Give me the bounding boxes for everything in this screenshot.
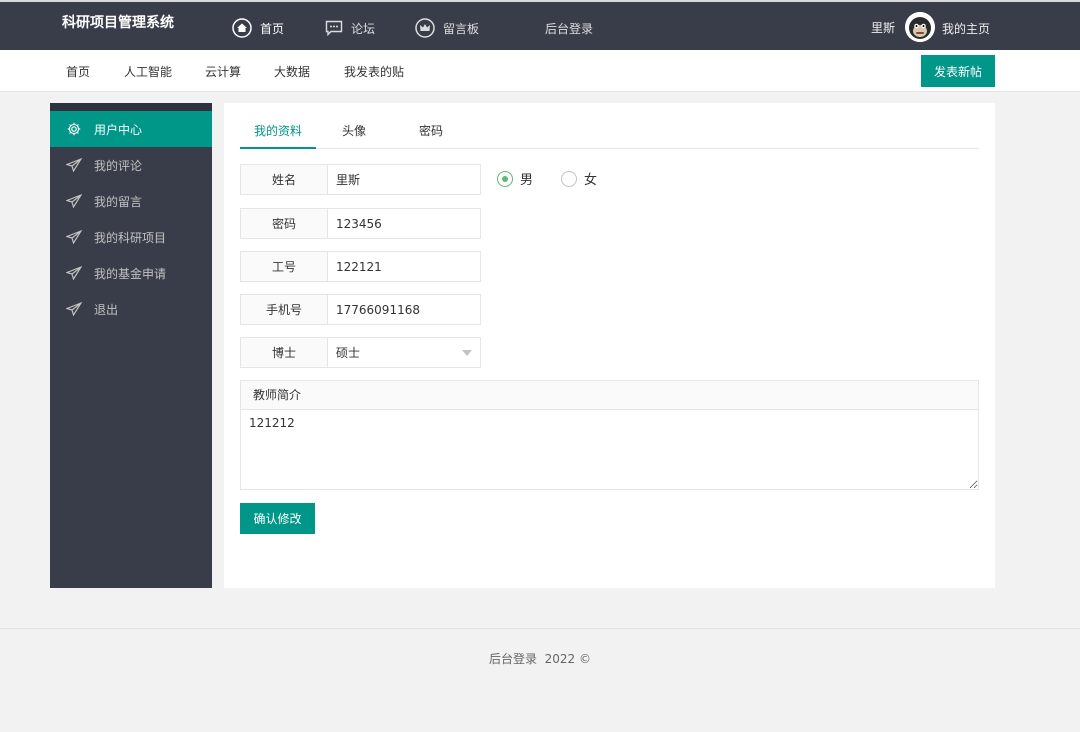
gender-radio-group: 男 女 [497, 169, 625, 188]
sidebar-item-label: 我的基金申请 [94, 266, 167, 281]
degree-row: 博士 硕士 [240, 337, 481, 368]
sidebar-item-label: 用户中心 [94, 122, 143, 137]
nav-home-label: 首页 [260, 21, 285, 36]
user-name[interactable]: 里斯 [871, 19, 895, 36]
subnav-ai[interactable]: 人工智能 [124, 63, 172, 80]
profile-panel: 我的资料 头像 密码 姓名 男 女 密码 工号 手机号 博士 硕士 [224, 103, 995, 588]
bio-textarea[interactable]: 121212 [241, 410, 978, 489]
nav-board-label: 留言板 [443, 21, 480, 36]
gender-female-radio[interactable]: 女 [561, 169, 597, 188]
sidebar-item-logout[interactable]: 退出 [50, 291, 212, 327]
paper-plane-icon [66, 230, 82, 244]
subnav-cloud[interactable]: 云计算 [205, 63, 241, 80]
name-field[interactable] [328, 164, 481, 195]
tab-my-profile[interactable]: 我的资料 [240, 113, 316, 149]
employee-id-row: 工号 [240, 251, 481, 282]
subnav-my-posts[interactable]: 我发表的贴 [344, 63, 404, 80]
my-home-link[interactable]: 我的主页 [942, 20, 990, 37]
user-area: 里斯 [871, 12, 936, 42]
tab-password[interactable]: 密码 [416, 113, 446, 149]
radio-unchecked-icon [561, 170, 578, 187]
sidebar-item-my-comments[interactable]: 我的评论 [50, 147, 212, 183]
degree-label: 博士 [240, 337, 328, 368]
gender-male-radio[interactable]: 男 [497, 169, 533, 188]
new-post-button[interactable]: 发表新帖 [921, 55, 995, 87]
avatar[interactable] [905, 12, 936, 42]
gender-male-label: 男 [520, 173, 534, 188]
nav-message-board[interactable]: 留言板 [415, 16, 479, 40]
nav-home[interactable]: 首页 [232, 16, 284, 40]
paper-plane-icon [66, 266, 82, 280]
sidebar-item-label: 退出 [94, 302, 119, 317]
degree-selected-value: 硕士 [336, 346, 361, 360]
nav-forum[interactable]: 论坛 [325, 16, 375, 40]
footer: 后台登录 2022 © [0, 628, 1080, 732]
nav-forum-label: 论坛 [351, 21, 376, 36]
phone-label: 手机号 [240, 294, 328, 325]
subnav-bigdata[interactable]: 大数据 [274, 63, 310, 80]
phone-row: 手机号 [240, 294, 481, 325]
name-label: 姓名 [240, 164, 328, 195]
sidebar-item-user-center[interactable]: 用户中心 [50, 111, 212, 147]
category-nav: 首页 人工智能 云计算 大数据 我发表的贴 发表新帖 [0, 50, 1080, 92]
password-field[interactable] [328, 208, 481, 239]
password-label: 密码 [240, 208, 328, 239]
sidebar: 用户中心 我的评论 我的留言 我的科研项目 我的基金申请 退出 [50, 103, 212, 588]
profile-tabs: 我的资料 头像 密码 [240, 113, 979, 149]
tab-avatar[interactable]: 头像 [338, 113, 370, 149]
home-icon [232, 18, 252, 38]
chevron-down-icon [462, 349, 472, 356]
employee-id-field[interactable] [328, 251, 481, 282]
employee-id-label: 工号 [240, 251, 328, 282]
paper-plane-icon [66, 194, 82, 208]
app-logo[interactable]: 科研项目管理系统 [62, 12, 174, 32]
gear-icon [66, 122, 82, 136]
sidebar-item-my-funding[interactable]: 我的基金申请 [50, 255, 212, 291]
subnav-home[interactable]: 首页 [66, 63, 90, 80]
top-header: 科研项目管理系统 首页 论坛 留言板 后台登录 里斯 我的主页 [0, 0, 1080, 50]
footer-text[interactable]: 后台登录 2022 © [0, 650, 1080, 667]
confirm-button[interactable]: 确认修改 [240, 503, 315, 534]
name-row: 姓名 [240, 164, 481, 195]
sidebar-item-my-projects[interactable]: 我的科研项目 [50, 219, 212, 255]
bio-box: 教师简介 121212 [240, 380, 979, 490]
gender-female-label: 女 [584, 173, 598, 188]
degree-select[interactable]: 硕士 [328, 337, 481, 368]
password-row: 密码 [240, 208, 481, 239]
crown-icon [415, 18, 435, 38]
sidebar-item-label: 我的评论 [94, 158, 143, 173]
paper-plane-icon [66, 158, 82, 172]
paper-plane-icon [66, 302, 82, 316]
sidebar-item-my-messages[interactable]: 我的留言 [50, 183, 212, 219]
radio-checked-icon [497, 170, 513, 187]
phone-field[interactable] [328, 294, 481, 325]
sidebar-item-label: 我的留言 [94, 194, 143, 209]
nav-admin-label: 后台登录 [545, 21, 594, 36]
nav-admin-login[interactable]: 后台登录 [545, 16, 593, 40]
sidebar-item-label: 我的科研项目 [94, 230, 167, 245]
bio-label: 教师简介 [241, 381, 978, 410]
chat-icon [325, 20, 343, 36]
